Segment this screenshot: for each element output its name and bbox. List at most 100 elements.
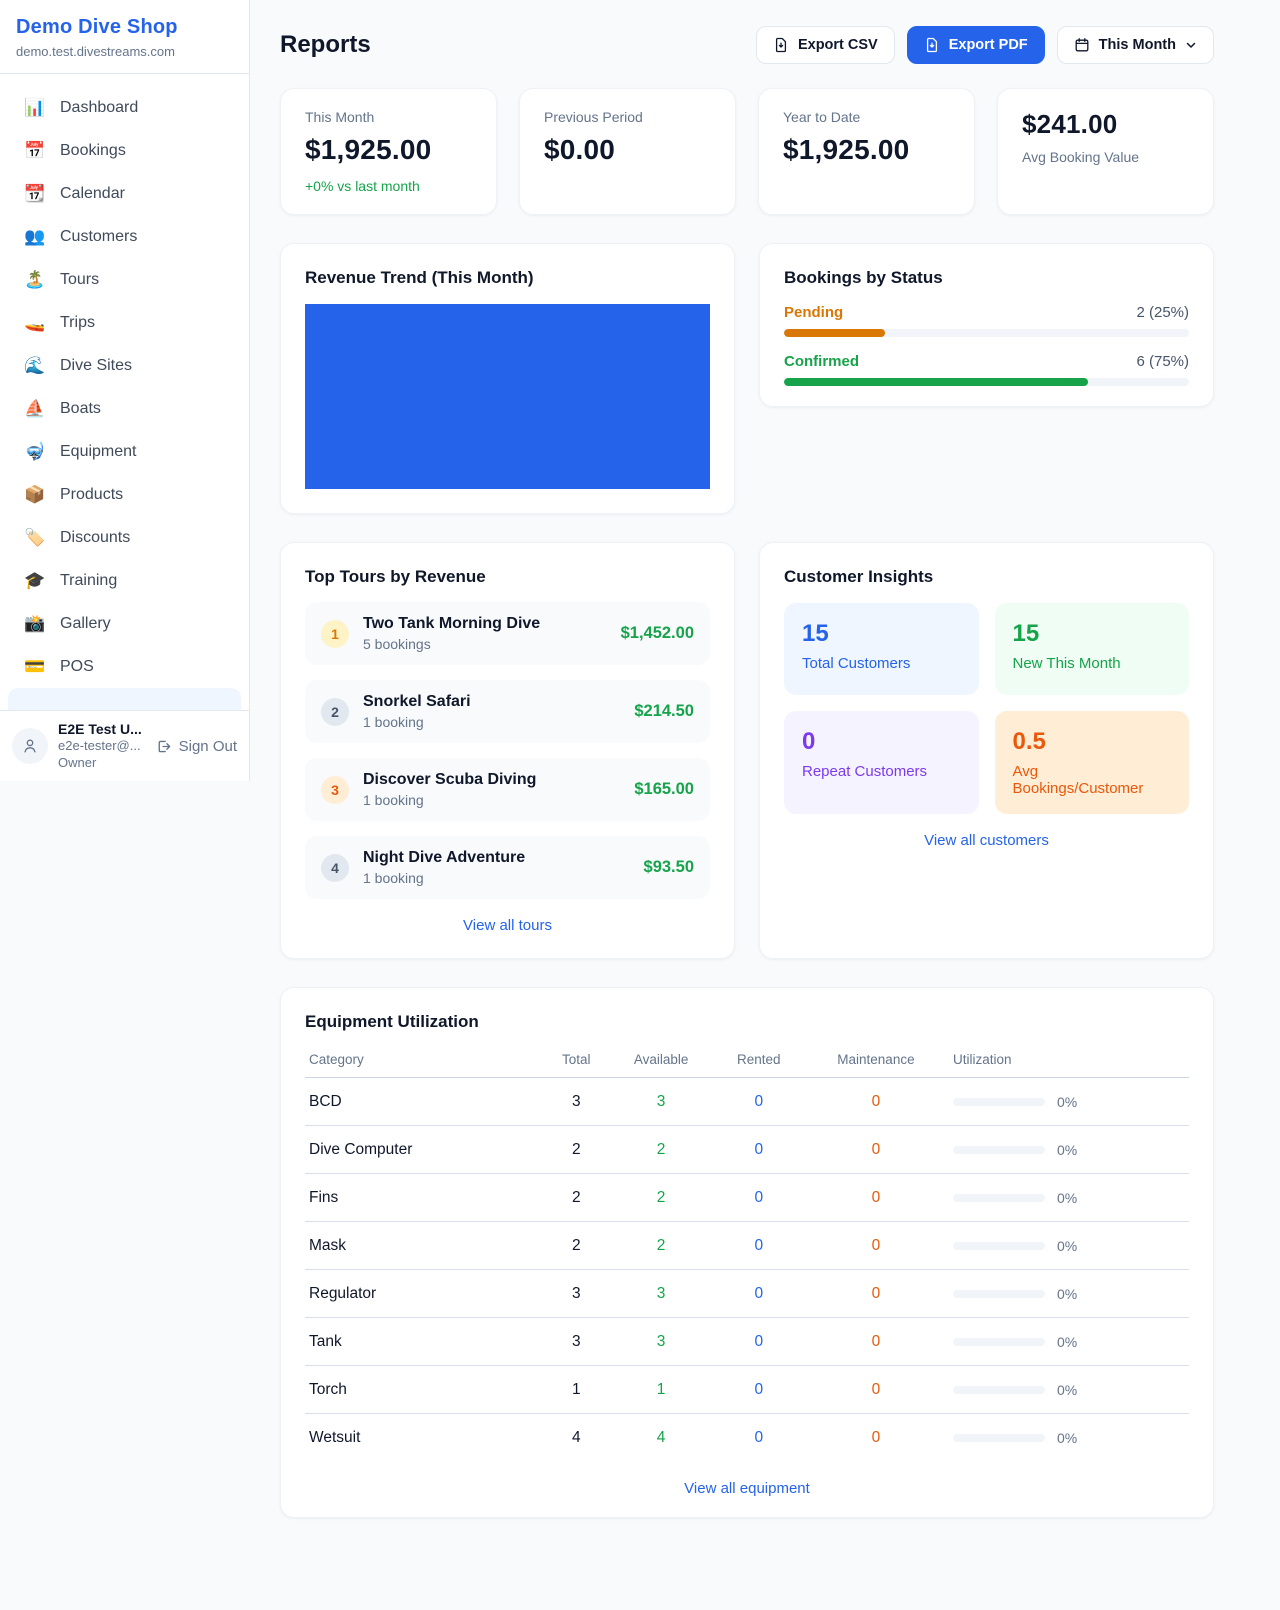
sidebar-item-calendar[interactable]: 📆 Calendar (8, 172, 241, 215)
table-row: Fins 2 2 0 0 0% (305, 1174, 1189, 1222)
sidebar-item-dive-sites[interactable]: 🌊 Dive Sites (8, 344, 241, 387)
revenue-trend-chart (305, 304, 710, 489)
stat-value: $0.00 (544, 134, 711, 166)
equipment-icon: 🤿 (24, 443, 46, 460)
cell-available: 3 (608, 1078, 715, 1126)
tile-value: 15 (802, 620, 961, 648)
sidebar-item-label: Training (60, 572, 117, 590)
user-meta: E2E Test U... e2e-tester@... Owner (58, 720, 142, 772)
cell-total: 3 (545, 1270, 608, 1318)
cell-rented: 0 (715, 1078, 803, 1126)
insights-row: Top Tours by Revenue 1 Two Tank Morning … (280, 542, 1214, 959)
cell-available: 2 (608, 1126, 715, 1174)
main-content: Reports Export CSV Export PDF This Month… (250, 0, 1280, 1558)
sidebar-item-label: Equipment (60, 443, 137, 461)
stat-label: Previous Period (544, 109, 711, 125)
sidebar-item-products[interactable]: 📦 Products (8, 473, 241, 516)
rank-badge: 3 (321, 776, 349, 804)
rank-badge: 4 (321, 854, 349, 882)
cell-total: 4 (545, 1414, 608, 1462)
cell-rented: 0 (715, 1318, 803, 1366)
tile-value: 0 (802, 728, 961, 756)
cell-total: 3 (545, 1078, 608, 1126)
tour-row: 3 Discover Scuba Diving 1 booking $165.0… (305, 758, 710, 821)
sidebar-item-customers[interactable]: 👥 Customers (8, 215, 241, 258)
stat-label: Avg Booking Value (1022, 149, 1189, 165)
user-name: E2E Test U... (58, 720, 142, 738)
tour-bookings: 1 booking (363, 792, 536, 808)
status-label: Pending (784, 304, 843, 321)
cell-utilization: 0% (949, 1222, 1189, 1270)
products-icon: 📦 (24, 486, 46, 503)
dashboard-icon: 📊 (24, 99, 46, 116)
sidebar-item-discounts[interactable]: 🏷️ Discounts (8, 516, 241, 559)
status-progress-track (784, 378, 1189, 386)
sidebar-item-trips[interactable]: 🚤 Trips (8, 301, 241, 344)
trips-icon: 🚤 (24, 314, 46, 331)
sign-out-button[interactable]: Sign Out (155, 738, 237, 755)
equipment-table: Category Total Available Rented Maintena… (305, 1046, 1189, 1462)
sidebar-item-pos[interactable]: 💳 POS (8, 645, 241, 688)
column-header-category: Category (305, 1046, 545, 1078)
view-all-equipment-link[interactable]: View all equipment (305, 1480, 1189, 1497)
discounts-icon: 🏷️ (24, 529, 46, 546)
cell-rented: 0 (715, 1126, 803, 1174)
cell-total: 3 (545, 1318, 608, 1366)
table-row: Torch 1 1 0 0 0% (305, 1366, 1189, 1414)
status-row-pending: Pending 2 (25%) (784, 304, 1189, 337)
cell-available: 3 (608, 1318, 715, 1366)
sidebar-item-label: Gallery (60, 615, 111, 633)
user-role: Owner (58, 755, 142, 772)
sidebar-item-dashboard[interactable]: 📊 Dashboard (8, 86, 241, 129)
utilization-bar (953, 1194, 1045, 1202)
utilization-bar (953, 1146, 1045, 1154)
sidebar-item-boats[interactable]: ⛵ Boats (8, 387, 241, 430)
status-progress-fill (784, 329, 885, 337)
cell-available: 2 (608, 1222, 715, 1270)
calendar-icon: 📆 (24, 185, 46, 202)
stats-row: This Month $1,925.00 +0% vs last month P… (280, 88, 1214, 215)
pos-icon: 💳 (24, 658, 46, 675)
stat-value: $241.00 (1022, 109, 1189, 140)
cell-available: 2 (608, 1174, 715, 1222)
cell-category: BCD (305, 1078, 545, 1126)
cell-rented: 0 (715, 1270, 803, 1318)
cell-utilization: 0% (949, 1078, 1189, 1126)
tour-name: Snorkel Safari (363, 693, 471, 711)
sidebar-item-label: Dive Sites (60, 357, 132, 375)
sidebar-item-label: POS (60, 658, 94, 676)
cell-rented: 0 (715, 1366, 803, 1414)
view-all-tours-link[interactable]: View all tours (305, 917, 710, 934)
sidebar-item-tours[interactable]: 🏝️ Tours (8, 258, 241, 301)
period-selector[interactable]: This Month (1057, 26, 1214, 64)
cell-maintenance: 0 (803, 1078, 949, 1126)
cell-rented: 0 (715, 1414, 803, 1462)
cell-maintenance: 0 (803, 1174, 949, 1222)
revenue-trend-title: Revenue Trend (This Month) (305, 268, 710, 288)
status-progress-fill (784, 378, 1088, 386)
sidebar: Demo Dive Shop demo.test.divestreams.com… (0, 0, 250, 781)
dive-sites-icon: 🌊 (24, 357, 46, 374)
view-all-customers-link[interactable]: View all customers (784, 832, 1189, 849)
sidebar-item-label: Boats (60, 400, 101, 418)
utilization-bar (953, 1434, 1045, 1442)
customer-insights-card: Customer Insights 15 Total Customers 15 … (759, 542, 1214, 959)
stat-card-year-to-date: Year to Date $1,925.00 (758, 88, 975, 215)
tour-name: Night Dive Adventure (363, 849, 525, 867)
export-csv-button[interactable]: Export CSV (756, 26, 895, 64)
period-label: This Month (1099, 37, 1176, 53)
table-row: Mask 2 2 0 0 0% (305, 1222, 1189, 1270)
sidebar-item-label: Trips (60, 314, 95, 332)
tour-revenue: $1,452.00 (621, 624, 694, 643)
tile-label: Repeat Customers (802, 763, 961, 780)
status-row-confirmed: Confirmed 6 (75%) (784, 353, 1189, 386)
equipment-utilization-title: Equipment Utilization (305, 1012, 1189, 1032)
sidebar-item-gallery[interactable]: 📸 Gallery (8, 602, 241, 645)
sidebar-item-training[interactable]: 🎓 Training (8, 559, 241, 602)
brand: Demo Dive Shop demo.test.divestreams.com (0, 0, 249, 74)
sidebar-item-bookings[interactable]: 📅 Bookings (8, 129, 241, 172)
sidebar-item-equipment[interactable]: 🤿 Equipment (8, 430, 241, 473)
cell-category: Fins (305, 1174, 545, 1222)
top-tours-title: Top Tours by Revenue (305, 567, 710, 587)
export-pdf-button[interactable]: Export PDF (907, 26, 1045, 64)
